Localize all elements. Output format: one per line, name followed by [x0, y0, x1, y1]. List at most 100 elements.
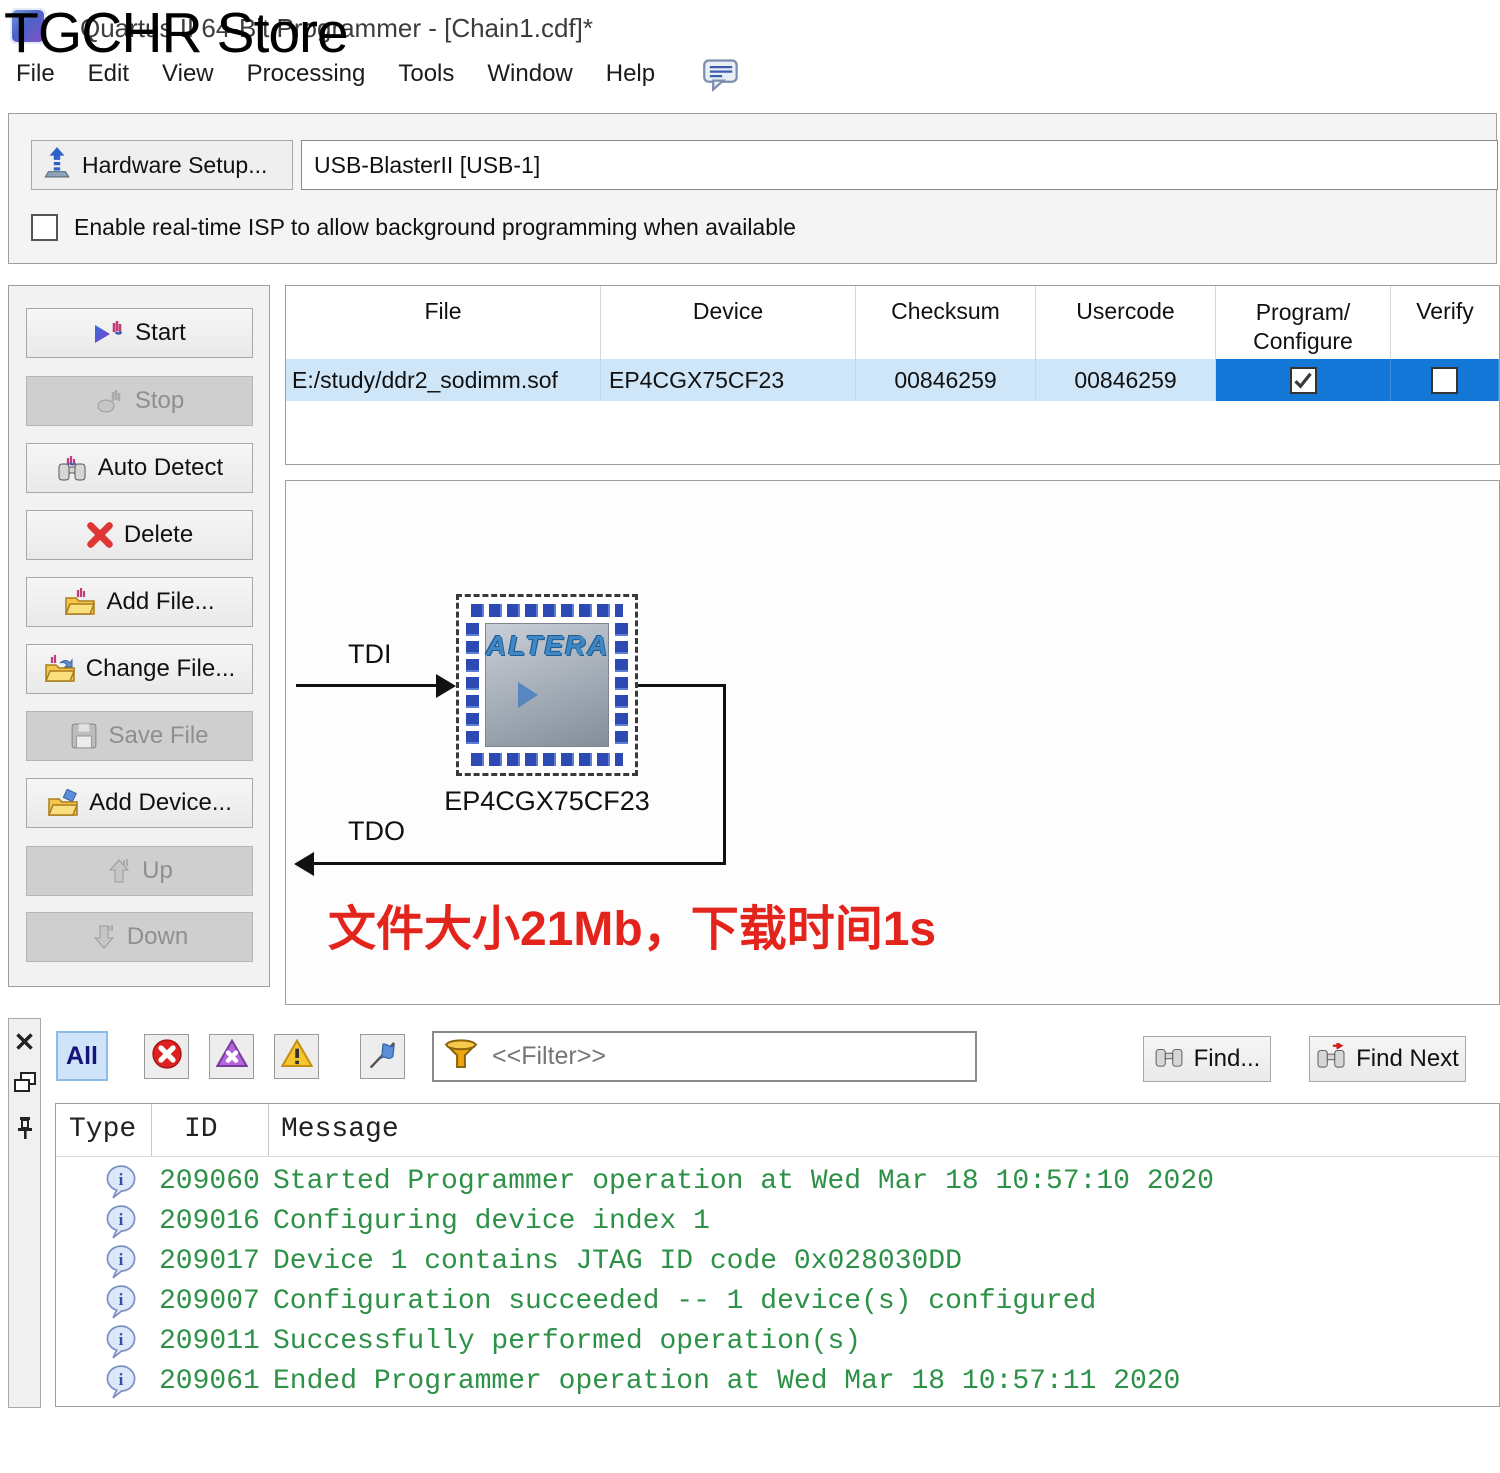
tdo-arrowhead [294, 852, 314, 876]
fpga-chip[interactable]: ALTERA [456, 594, 638, 776]
tdo-wire [312, 862, 726, 865]
filter-all-button[interactable]: All [56, 1031, 108, 1081]
up-label: Up [142, 857, 173, 884]
auto-detect-label: Auto Detect [97, 454, 224, 481]
chain-down-wire [723, 684, 726, 865]
col-usercode[interactable]: Usercode [1036, 286, 1216, 359]
file-table-header: File Device Checksum Usercode Program/ C… [286, 286, 1499, 359]
message-id: 209011 [159, 1326, 260, 1357]
hardware-device-field[interactable]: USB-BlasterII [USB-1] [301, 140, 1498, 190]
column-separator [268, 1104, 269, 1156]
svg-text:i: i [119, 1330, 124, 1349]
info-balloon-icon: i [106, 1165, 136, 1204]
filter-warnings-button[interactable] [274, 1034, 319, 1079]
filter-flags-button[interactable] [360, 1034, 405, 1079]
col-checksum[interactable]: Checksum [856, 286, 1036, 359]
isp-checkbox[interactable] [31, 214, 58, 241]
cascade-windows-icon[interactable] [9, 1071, 40, 1100]
msg-col-id: ID [184, 1114, 218, 1145]
tdi-label: TDI [348, 639, 392, 669]
message-text: Ended Programmer operation at Wed Mar 18… [273, 1366, 1181, 1397]
pin-icon[interactable] [9, 1115, 40, 1146]
message-row[interactable]: i 209016 Configuring device index 1 [56, 1202, 1499, 1242]
message-row[interactable]: i 209061 Ended Programmer operation at W… [56, 1362, 1499, 1402]
add-device-label: Add Device... [89, 789, 232, 816]
menu-tools[interactable]: Tools [398, 60, 454, 88]
cell-program-configure [1216, 359, 1391, 401]
col-device[interactable]: Device [601, 286, 856, 359]
tdi-arrowhead [436, 674, 456, 698]
down-button: Down [26, 912, 253, 962]
add-device-button[interactable]: Add Device... [26, 778, 253, 828]
menu-window[interactable]: Window [487, 60, 572, 88]
close-icon[interactable]: ✕ [9, 1027, 40, 1058]
svg-text:i: i [119, 1210, 124, 1229]
up-arrow-icon [106, 858, 132, 884]
message-row[interactable]: i 209011 Successfully performed operatio… [56, 1322, 1499, 1362]
message-row[interactable]: i 209017 Device 1 contains JTAG ID code … [56, 1242, 1499, 1282]
info-balloon-icon: i [106, 1285, 136, 1324]
svg-text:i: i [119, 1290, 124, 1309]
stop-icon [95, 388, 125, 414]
verify-checkbox[interactable] [1431, 366, 1458, 394]
message-filter-field [432, 1031, 977, 1082]
svg-text:i: i [119, 1370, 124, 1389]
funnel-icon [444, 1038, 478, 1075]
down-arrow-icon [91, 924, 117, 950]
chip-out-wire [638, 684, 726, 687]
find-button[interactable]: Find... [1143, 1036, 1271, 1082]
program-configure-checkbox[interactable] [1289, 366, 1317, 394]
start-label: Start [135, 319, 186, 346]
isp-row: Enable real-time ISP to allow background… [31, 214, 796, 241]
warning-icon [280, 1038, 313, 1075]
menu-help[interactable]: Help [606, 60, 655, 88]
chip-pins-right [615, 623, 628, 747]
save-file-button: Save File [26, 711, 253, 761]
filter-errors-button[interactable] [144, 1034, 189, 1079]
col-file[interactable]: File [286, 286, 601, 359]
message-row[interactable]: i 209007 Configuration succeeded -- 1 de… [56, 1282, 1499, 1322]
add-file-button[interactable]: Add File... [26, 577, 253, 627]
hardware-setup-button[interactable]: Hardware Setup... [31, 140, 293, 190]
col-verify[interactable]: Verify [1391, 286, 1499, 359]
critical-warning-icon [215, 1038, 248, 1075]
find-next-button[interactable]: Find Next [1309, 1036, 1466, 1082]
chip-pins-top [471, 604, 623, 617]
message-id: 209061 [159, 1366, 260, 1397]
message-text: Device 1 contains JTAG ID code 0x028030D… [273, 1246, 962, 1277]
cell-file: E:/study/ddr2_sodimm.sof [286, 359, 601, 401]
filter-critical-warnings-button[interactable] [209, 1034, 254, 1079]
altera-logo: ALTERA [486, 630, 610, 661]
tdi-wire [296, 684, 448, 687]
auto-detect-button[interactable]: Auto Detect [26, 443, 253, 493]
table-row[interactable]: E:/study/ddr2_sodimm.sof EP4CGX75CF23 00… [286, 359, 1499, 401]
delete-button[interactable]: Delete [26, 510, 253, 560]
find-label: Find... [1193, 1045, 1261, 1072]
message-id: 209007 [159, 1286, 260, 1317]
cell-verify [1391, 359, 1499, 401]
info-balloon-icon: i [106, 1205, 136, 1244]
message-id: 209060 [159, 1166, 260, 1197]
flag-icon [367, 1038, 399, 1075]
svg-text:i: i [119, 1170, 124, 1189]
message-row[interactable]: i 209060 Started Programmer operation at… [56, 1162, 1499, 1202]
binoculars-icon [56, 454, 88, 482]
info-balloon-icon: i [106, 1365, 136, 1404]
chip-body: ALTERA [485, 623, 609, 747]
find-next-binoculars-icon [1316, 1041, 1346, 1076]
delete-x-icon [86, 521, 114, 549]
feedback-bubble-icon[interactable] [702, 58, 740, 97]
filter-input[interactable] [490, 1041, 975, 1072]
start-button[interactable]: Start [26, 308, 253, 358]
message-text: Started Programmer operation at Wed Mar … [273, 1166, 1214, 1197]
message-window-side-toolbar: ✕ [8, 1018, 41, 1408]
chain-diagram-panel: ALTERA EP4CGX75CF23 TDI TDO 文件大小21Mb，下载时… [285, 480, 1500, 1005]
hardware-device-name: USB-BlasterII [USB-1] [314, 151, 541, 178]
col-program-configure[interactable]: Program/ Configure [1216, 286, 1391, 359]
cell-checksum: 00846259 [856, 359, 1036, 401]
chip-play-icon [518, 682, 538, 708]
change-file-button[interactable]: Change File... [26, 644, 253, 694]
change-file-folder-icon [44, 655, 76, 683]
find-next-label: Find Next [1356, 1045, 1459, 1072]
column-separator [151, 1104, 152, 1156]
